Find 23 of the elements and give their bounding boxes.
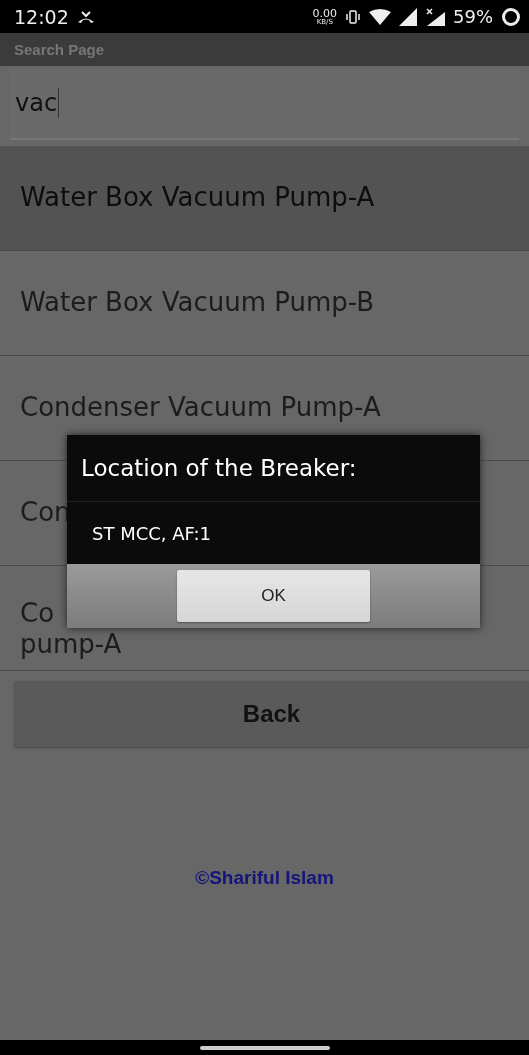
result-text: Condenser Vacuum Pump-A: [20, 392, 381, 424]
result-text: Co: [20, 597, 55, 629]
result-item[interactable]: Water Box Vacuum Pump-B: [0, 251, 529, 356]
wifi-icon: [369, 8, 391, 25]
copyright-text: ©Shariful Islam: [194, 867, 335, 889]
ok-button[interactable]: OK: [177, 570, 370, 622]
result-text: Water Box Vacuum Pump-A: [20, 182, 375, 214]
result-text: Water Box Vacuum Pump-B: [20, 287, 375, 319]
home-handle[interactable]: [199, 1045, 330, 1050]
signal-no-data-icon: [425, 7, 445, 26]
signal-icon: [399, 7, 417, 26]
vibrate-icon: [345, 8, 361, 25]
result-item[interactable]: Water Box Vacuum Pump-A: [0, 146, 529, 251]
result-text: Con: [20, 497, 71, 529]
missed-call-icon: [76, 9, 95, 24]
battery-ring-icon: [501, 6, 521, 27]
network-speed: 0.00: [312, 7, 337, 19]
result-text: pump-A: [20, 628, 122, 660]
page-title: Search Page: [14, 41, 105, 58]
dialog-message: ST MCC, AF:1: [92, 522, 212, 544]
back-button[interactable]: Back: [14, 681, 529, 747]
status-time: 12:02: [14, 5, 69, 28]
battery-percent: 59%: [453, 6, 493, 27]
